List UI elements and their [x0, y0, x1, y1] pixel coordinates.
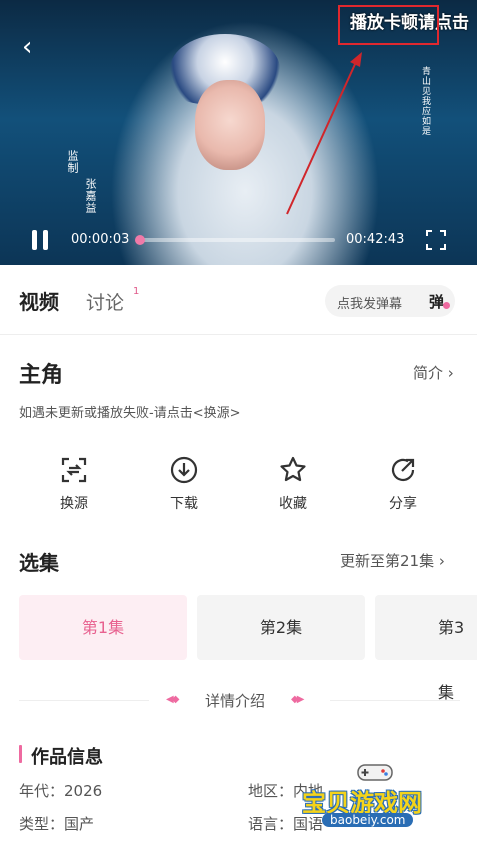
star-icon: [280, 456, 306, 482]
divider: [0, 334, 477, 335]
divider: [19, 700, 149, 701]
watermark: 宝贝游戏网 baobeiy.com: [300, 755, 450, 835]
tab-video[interactable]: 视频: [19, 286, 59, 315]
intro-link[interactable]: 简介 ›: [413, 362, 454, 383]
progress-bar[interactable]: [135, 235, 335, 245]
episode-item-3[interactable]: 第3集: [375, 595, 477, 702]
details-label: 详情介绍: [205, 692, 266, 710]
favorite-label: 收藏: [279, 496, 307, 512]
download-button[interactable]: 下载: [144, 455, 224, 513]
share-icon: [391, 458, 415, 482]
arrow-right-icon: ◆▶: [291, 694, 304, 705]
watermark-url: baobeiy.com: [322, 813, 414, 827]
discuss-count-badge: 1: [133, 286, 140, 297]
episode-item-1[interactable]: 第1集: [19, 595, 187, 660]
info-title: 作品信息: [31, 747, 103, 768]
switch-source-button[interactable]: 换源: [34, 455, 114, 513]
danmaku-input[interactable]: 点我发弹幕 弹: [325, 285, 455, 317]
total-time: 00:42:43: [346, 232, 405, 247]
show-title: 主角: [19, 363, 64, 388]
episodes-update-link[interactable]: 更新至第21集 ›: [340, 550, 445, 571]
download-icon: [170, 456, 198, 484]
episode-item-2[interactable]: 第2集: [197, 595, 365, 660]
source-notice: 如遇未更新或播放失败-请点击<换源>: [19, 406, 241, 421]
annotation-highlight-box: [338, 5, 439, 45]
favorite-button[interactable]: 收藏: [253, 455, 333, 513]
download-label: 下载: [170, 496, 198, 512]
danmaku-toggle-dot: [443, 302, 450, 309]
video-player[interactable]: 监制 张嘉益 青山见我应如是 ‹ 播放卡顿请点击 00:00:03 00:42:…: [0, 0, 477, 265]
share-label: 分享: [389, 496, 417, 512]
pause-icon[interactable]: [30, 230, 50, 250]
gamepad-icon: [357, 764, 393, 781]
danmaku-toggle[interactable]: 弹: [429, 291, 444, 312]
section-marker: [19, 745, 22, 763]
danmaku-input-placeholder: 点我发弹幕: [337, 297, 403, 312]
current-time: 00:00:03: [71, 232, 130, 247]
info-type: 类型：国产: [19, 815, 95, 833]
arrow-left-icon: ◀◆: [166, 694, 179, 705]
info-year: 年代：2026: [19, 782, 103, 800]
share-button[interactable]: 分享: [363, 455, 443, 513]
tab-discuss[interactable]: 讨论: [86, 288, 124, 315]
fullscreen-icon[interactable]: [426, 230, 446, 250]
switch-source-icon: [61, 457, 87, 483]
divider: [330, 700, 460, 701]
episodes-title: 选集: [19, 551, 59, 575]
switch-source-label: 换源: [60, 496, 88, 512]
